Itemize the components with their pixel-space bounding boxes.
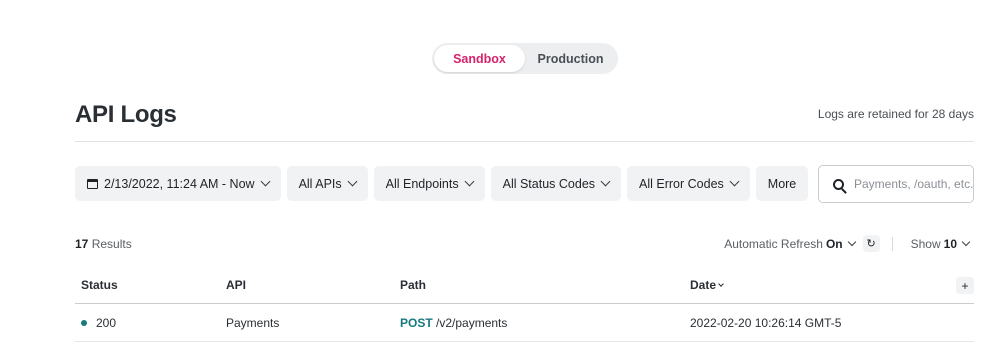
apis-filter-label: All APIs bbox=[298, 176, 342, 191]
production-tab[interactable]: Production bbox=[525, 45, 616, 72]
chevron-down-icon bbox=[600, 176, 611, 187]
chevron-down-icon bbox=[847, 237, 856, 247]
date-header-label: Date bbox=[690, 278, 717, 292]
sandbox-tab[interactable]: Sandbox bbox=[434, 45, 525, 72]
chevron-down-icon bbox=[961, 237, 971, 247]
retention-note: Logs are retained for 28 days bbox=[817, 107, 974, 121]
environment-toggle: Sandbox Production bbox=[432, 43, 618, 74]
column-header-date[interactable]: Date bbox=[690, 278, 724, 292]
auto-refresh-toggle[interactable]: Automatic Refresh On bbox=[724, 236, 856, 251]
page-title: API Logs bbox=[75, 101, 177, 128]
status-dot bbox=[81, 320, 87, 326]
row-path[interactable]: POST /v2/payments bbox=[400, 316, 507, 330]
chevron-down-icon bbox=[347, 176, 358, 187]
search-box bbox=[818, 165, 974, 203]
page-size-select[interactable]: Show 10 bbox=[910, 236, 971, 251]
results-number: 17 bbox=[75, 237, 89, 251]
controls-separator bbox=[891, 236, 893, 251]
list-controls: Automatic Refresh On ↻ Show 10 bbox=[724, 235, 971, 252]
error-codes-filter[interactable]: All Error Codes bbox=[627, 166, 750, 201]
status-codes-filter-label: All Status Codes bbox=[502, 176, 596, 191]
sort-down-icon bbox=[718, 281, 724, 287]
endpoint-path: /v2/payments bbox=[436, 316, 508, 330]
show-value: 10 bbox=[943, 236, 957, 251]
endpoints-filter-label: All Endpoints bbox=[385, 176, 459, 191]
more-filters-button[interactable]: More bbox=[755, 166, 809, 201]
http-method: POST bbox=[400, 316, 433, 330]
calendar-icon bbox=[87, 178, 98, 189]
add-column-button[interactable]: + bbox=[956, 277, 974, 294]
search-input[interactable] bbox=[854, 177, 973, 191]
auto-refresh-label: Automatic Refresh bbox=[724, 236, 823, 251]
date-range-filter[interactable]: 2/13/2022, 11:24 AM - Now bbox=[75, 166, 281, 201]
date-range-label: 2/13/2022, 11:24 AM - Now bbox=[104, 176, 255, 191]
column-header-api[interactable]: API bbox=[226, 278, 246, 292]
row-status: 200 bbox=[81, 316, 116, 330]
row-date: 2022-02-20 10:26:14 GMT-5 bbox=[690, 316, 842, 330]
chevron-down-icon bbox=[260, 176, 271, 187]
results-count: 17 Results bbox=[75, 237, 132, 251]
apis-filter[interactable]: All APIs bbox=[286, 166, 368, 201]
filter-bar: 2/13/2022, 11:24 AM - Now All APIs All E… bbox=[75, 166, 809, 201]
auto-refresh-value: On bbox=[825, 236, 843, 251]
header-divider bbox=[75, 141, 974, 142]
search-icon bbox=[833, 178, 844, 190]
refresh-icon[interactable]: ↻ bbox=[862, 235, 880, 252]
column-header-path[interactable]: Path bbox=[400, 278, 426, 292]
show-label: Show bbox=[910, 236, 941, 251]
table-header-divider bbox=[75, 303, 974, 304]
table-row-divider bbox=[75, 341, 974, 342]
error-codes-filter-label: All Error Codes bbox=[639, 176, 724, 191]
row-api: Payments bbox=[226, 316, 280, 330]
status-code: 200 bbox=[96, 316, 117, 330]
results-label: Results bbox=[91, 237, 132, 251]
column-header-status[interactable]: Status bbox=[81, 278, 118, 292]
chevron-down-icon bbox=[464, 176, 475, 187]
chevron-down-icon bbox=[729, 176, 740, 187]
endpoints-filter[interactable]: All Endpoints bbox=[373, 166, 485, 201]
status-codes-filter[interactable]: All Status Codes bbox=[490, 166, 622, 201]
